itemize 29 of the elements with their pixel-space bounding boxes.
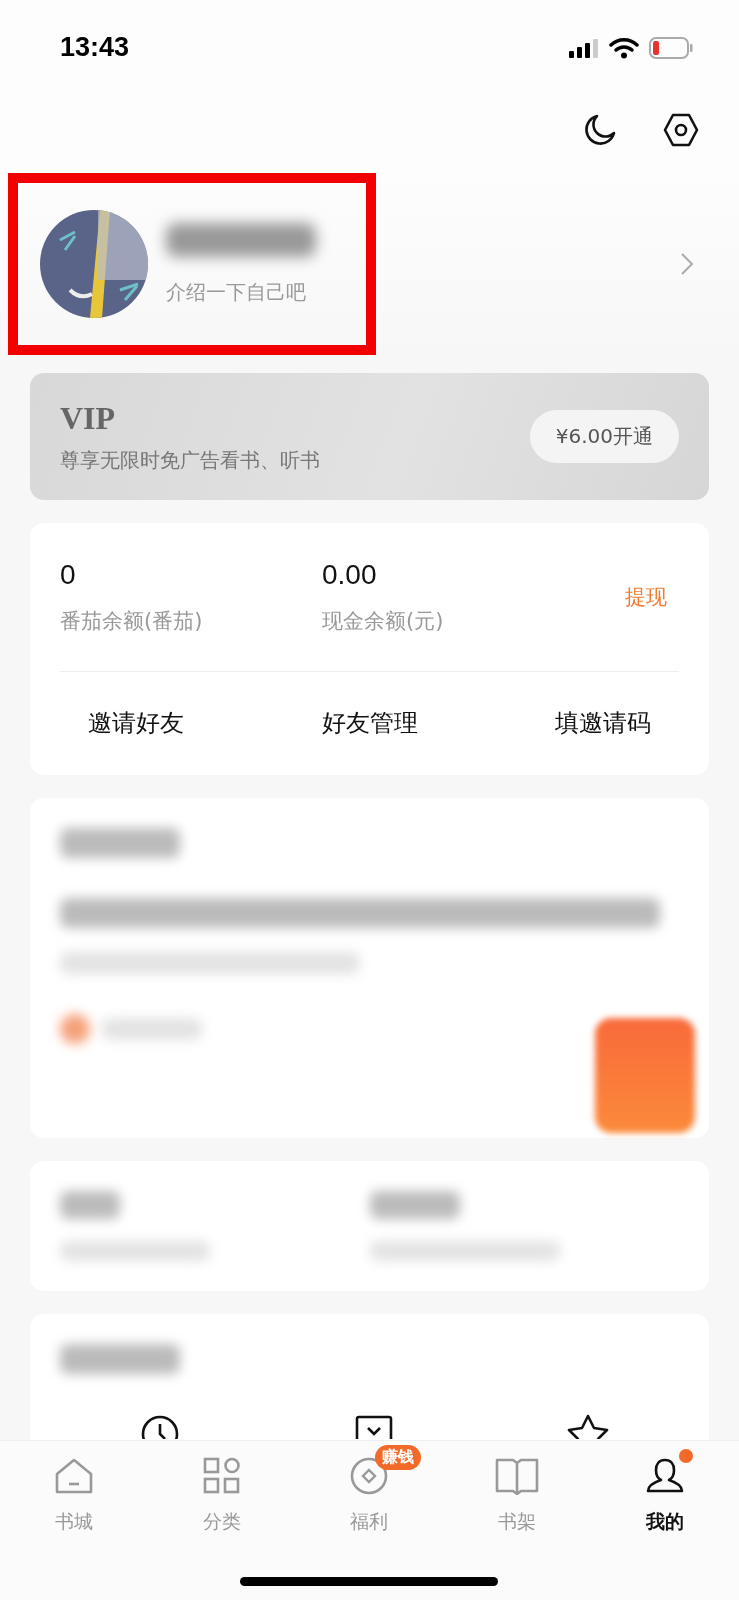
friend-action-button[interactable]: 好友管理 [321,707,418,739]
friend-action-button[interactable]: 邀请好友 [88,707,184,739]
vip-card[interactable]: VIP 尊享无限时免广告看书、听书 ¥6.00开通 [30,373,709,500]
battery-icon [649,36,693,59]
clock-icon[interactable] [140,1414,180,1439]
profile-bio: 介绍一下自己吧 [166,278,307,306]
balance-label: 番茄余额(番茄) [60,608,204,635]
person-icon [645,1457,686,1495]
star-icon[interactable] [567,1414,609,1439]
inbox-icon[interactable] [353,1414,394,1439]
blurred-icon [60,1014,90,1044]
signal-icon [569,37,599,58]
home-icon [53,1457,94,1495]
grid-icon [202,1457,241,1495]
balance-value: 0 [60,559,77,591]
settings-icon[interactable] [663,113,699,147]
vip-buy-button[interactable]: ¥6.00开通 [529,410,679,463]
status-time: 13:43 [60,32,130,63]
wifi-icon [609,36,639,59]
tab-bar-item[interactable]: 我的 [603,1441,728,1559]
balance-value: 0.00 [322,559,378,591]
moon-icon[interactable] [583,113,617,147]
vip-title: VIP [60,399,117,437]
vip-subtitle: 尊享无限时免广告看书、听书 [60,446,320,474]
tab-badge: 赚钱 [375,1445,422,1470]
book-icon [495,1457,540,1495]
friend-action-button[interactable]: 填邀请码 [555,707,651,739]
blurred-text [60,1191,120,1219]
balance-label: 现金余额(元) [322,608,445,635]
